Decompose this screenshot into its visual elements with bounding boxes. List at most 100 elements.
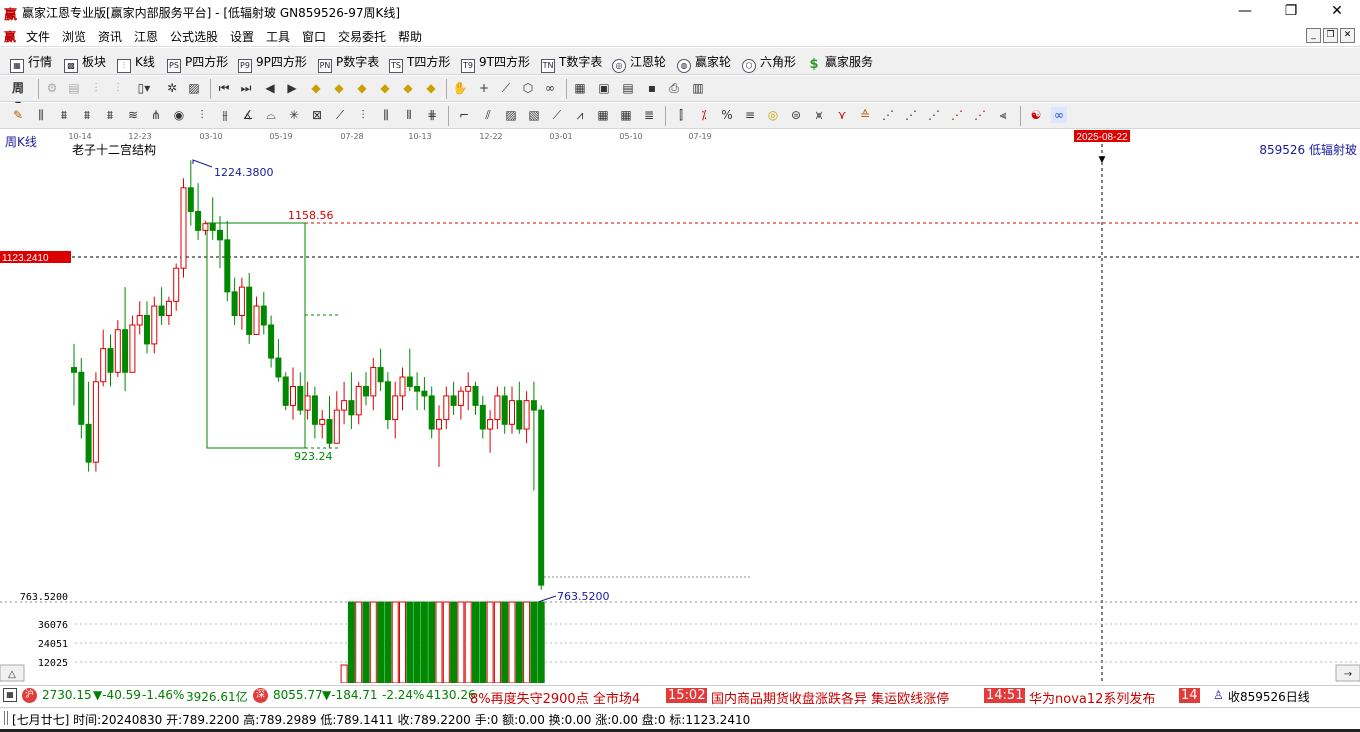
red-grid-icon[interactable]: ⋰ [949,107,965,123]
parallel-lines-icon[interactable]: ⫼ [33,107,49,123]
candle-body[interactable] [114,329,121,373]
toolbar-service-button[interactable]: $ 赢家服务 [807,53,873,73]
notebook-icon[interactable]: ▤ [620,80,636,96]
candle-body[interactable] [144,315,150,345]
calendar-icon[interactable]: ▦ [572,80,588,96]
candle-body[interactable] [231,291,238,317]
kline-chart[interactable]: 10-14 12-23 03-10 05-19 07-28 10-13 12-22 03-01… [0,130,1360,683]
chart-type-icon[interactable]: ▯▾ [136,80,152,96]
percent-fan-icon[interactable]: ⁒ [696,107,712,123]
calculator-icon[interactable]: ▣ [596,80,612,96]
first-bar-icon[interactable]: ⏮ [216,80,232,96]
candle-body[interactable] [78,371,85,425]
menu-window[interactable]: 窗口 [302,28,326,45]
candle-body[interactable] [479,404,486,430]
infinity-icon[interactable]: ∞ [1051,107,1067,123]
toolbar-gann-wheel-button[interactable]: ◎ 江恩轮 [612,53,666,73]
spiral-icon[interactable]: ∞ [542,80,558,96]
period-lines-icon[interactable]: ⫼ [378,107,394,123]
scale-icon[interactable]: ⊜ [788,107,804,123]
news-item-0[interactable]: 8%再度失守2900点 全市场4 [470,688,640,706]
circle-grid-icon[interactable]: ◉ [171,107,187,123]
candle-body[interactable] [100,348,107,383]
candle-body[interactable] [406,376,413,387]
candle-body[interactable] [217,229,223,241]
news-item-2[interactable]: 华为nova12系列发布 [1029,688,1155,706]
vertical-lines-icon[interactable]: ⫴ [401,107,417,123]
candle-body[interactable] [421,390,428,397]
status-grid-icon[interactable]: ▦ [3,688,17,702]
toolbar-t-square-button[interactable]: TS T四方形 [389,53,450,73]
candle-body[interactable] [465,385,472,392]
hand-icon[interactable]: ✋ [452,80,468,96]
mdi-minimize-button[interactable]: _ [1306,28,1321,43]
candle-body[interactable] [443,395,450,421]
ray-tool-icon[interactable]: ⟋ [332,107,348,123]
expand-icon[interactable]: ◆ [400,80,416,96]
candle-body[interactable] [436,419,442,430]
gann-fan-icon[interactable]: ⋰ [880,107,896,123]
shift-up-icon[interactable]: ◆ [354,80,370,96]
zoom-in-icon[interactable]: ◆ [308,80,324,96]
candle-body[interactable] [238,286,245,317]
gann-grid-icon[interactable]: ⋰ [903,107,919,123]
cross-lines-icon[interactable]: ⋕ [424,107,440,123]
candle-body[interactable] [509,400,515,425]
candle-body[interactable] [450,395,457,406]
print-icon[interactable]: ⎙ [666,80,682,96]
grid-tool-3-icon[interactable]: ⩩ [102,107,118,123]
toolbar-9t-square-button[interactable]: T9 9T四方形 [461,53,530,73]
matrix-tool-icon[interactable]: ▦ [618,107,634,123]
candle-body[interactable] [363,385,369,397]
candle-body[interactable] [377,367,384,383]
toolbar-kline-button[interactable]: ⫶ K线 [117,53,155,73]
candle-body[interactable] [384,381,391,421]
band-tool-icon[interactable]: ▨ [503,107,519,123]
scroll-left-icon[interactable]: ◀ [262,80,278,96]
candle-body[interactable] [311,395,318,425]
fibonacci-icon[interactable]: ⫶ [355,107,371,123]
ruler-icon[interactable]: ⫿ [673,107,689,123]
percent-icon[interactable]: % [719,107,735,123]
toolbar-winner-wheel-button[interactable]: ◍ 赢家轮 [677,53,731,73]
menu-tools[interactable]: 工具 [266,28,290,45]
candle-body[interactable] [202,223,209,231]
candle-body[interactable] [355,385,362,416]
time-cycle-icon[interactable]: ⫵ [217,107,233,123]
gold-line-icon[interactable]: ≙ [857,107,873,123]
multi-line-icon[interactable]: ⫷ [995,107,1011,123]
candle-body[interactable] [523,400,530,430]
arc-tool-icon[interactable]: ⌓ [263,107,279,123]
candle-body[interactable] [282,376,289,406]
candle-body[interactable] [399,376,406,397]
candle-body[interactable] [414,385,421,392]
wave-count-icon[interactable]: ⩙ [811,107,827,123]
candle-body[interactable] [268,324,275,359]
candle-body[interactable] [370,367,377,397]
toolbar-hexagon-button[interactable]: ⬡ 六角形 [742,53,796,73]
slope-tool-icon[interactable]: ⟋ [549,107,565,123]
candle-body[interactable] [297,385,304,411]
shrink-icon[interactable]: ◆ [423,80,439,96]
candle-body[interactable] [275,357,282,378]
candle-body[interactable] [538,409,545,586]
candle-body[interactable] [333,409,340,444]
indicator-icon[interactable]: ✲ [164,80,180,96]
square-tool-icon[interactable]: ⊠ [309,107,325,123]
candle-body[interactable] [107,348,114,373]
candle-body[interactable] [92,381,99,463]
candle-body[interactable] [151,305,158,345]
hatch-tool-icon[interactable]: ▧ [526,107,542,123]
menu-gann[interactable]: 江恩 [134,28,158,45]
color-chart-icon[interactable]: ▨ [186,80,202,96]
candle-body[interactable] [187,187,194,212]
zigzag-tool-icon[interactable]: ⩘ [572,107,588,123]
candle-body[interactable] [326,419,333,444]
menu-trade[interactable]: 交易委托 [338,28,386,45]
candle-body[interactable] [494,395,501,421]
candle-body[interactable] [85,423,92,463]
cycle-tool-icon[interactable]: ⫶ [194,107,210,123]
table-tool-icon[interactable]: ▦ [595,107,611,123]
candle-body[interactable] [136,315,143,326]
menu-formula[interactable]: 公式选股 [170,28,218,45]
